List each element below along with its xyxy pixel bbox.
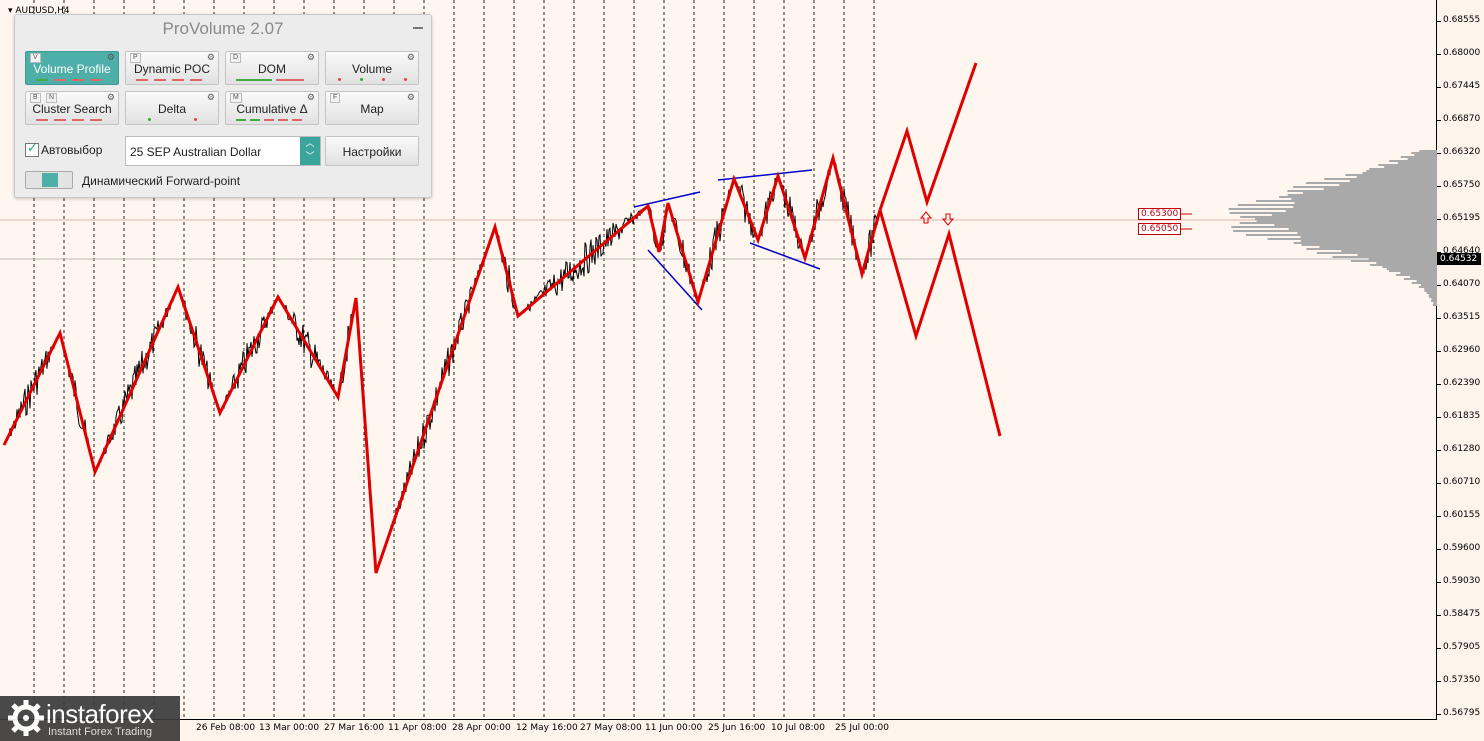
button-label: Delta xyxy=(157,102,186,116)
price-tick-label: 0.56795 xyxy=(1443,708,1481,718)
arrow-up-icon xyxy=(919,211,933,224)
forward-point-toggle[interactable] xyxy=(25,171,73,189)
price-tick xyxy=(1437,384,1441,385)
price-tick xyxy=(1437,450,1441,451)
price-tick xyxy=(1437,483,1441,484)
button-label: Map xyxy=(360,102,384,116)
price-tick-label: 0.62960 xyxy=(1443,345,1481,355)
minimize-icon[interactable] xyxy=(413,27,423,29)
price-tick xyxy=(1437,549,1441,550)
logo-gear-icon xyxy=(8,700,44,736)
price-tick xyxy=(1437,516,1441,517)
price-tick-label: 0.59030 xyxy=(1443,576,1481,586)
auto-select-checkbox[interactable]: ✓ xyxy=(25,140,39,157)
price-tick-label: 0.62390 xyxy=(1443,378,1481,388)
price-tick-label: 0.67445 xyxy=(1443,81,1481,91)
time-tick-label: 11 Jun 00:00 xyxy=(645,723,703,733)
button-label: Cluster Search xyxy=(32,102,112,116)
cumulative-delta-button[interactable]: M ⚙ Cumulative Δ xyxy=(225,91,319,125)
button-label: Volume Profile xyxy=(33,62,111,76)
checkmark-icon: ✓ xyxy=(27,140,38,155)
map-button[interactable]: F ⚙ Map xyxy=(325,91,419,125)
dom-button[interactable]: D ⚙ DOM xyxy=(225,51,319,85)
time-tick-label: 26 Feb 08:00 xyxy=(196,723,256,733)
forward-point-label: Динамический Forward-point xyxy=(82,174,241,188)
price-tick xyxy=(1437,681,1441,682)
button-label: Настройки xyxy=(342,145,402,159)
price-tick xyxy=(1437,219,1441,220)
button-label: Volume xyxy=(351,62,393,76)
price-tick-label: 0.57905 xyxy=(1443,642,1481,652)
price-scale[interactable]: 0.68555 0.68000 0.67445 0.66870 0.66320 0.657… xyxy=(1437,0,1484,720)
time-tick-label: 27 Mar 16:00 xyxy=(324,723,385,733)
time-tick-label: 27 May 08:00 xyxy=(580,723,642,733)
price-tick-label: 0.60155 xyxy=(1443,510,1481,520)
price-tick xyxy=(1437,351,1441,352)
auto-select-label: Автовыбор xyxy=(41,143,103,157)
button-label: DOM xyxy=(258,62,286,76)
price-tick xyxy=(1437,318,1441,319)
price-tick xyxy=(1437,186,1441,187)
price-tick xyxy=(1437,153,1441,154)
price-tick-label: 0.64070 xyxy=(1443,279,1481,289)
dynamic-poc-button[interactable]: P ⚙ Dynamic POC xyxy=(125,51,219,85)
price-tick xyxy=(1437,648,1441,649)
instrument-select[interactable]: 25 SEP Australian Dollar ︿ ﹀ xyxy=(125,136,321,166)
channel-line xyxy=(717,169,813,181)
price-tick xyxy=(1437,285,1441,286)
price-tick-label: 0.57350 xyxy=(1443,675,1481,685)
price-tick xyxy=(1437,21,1441,22)
forecast-down-line xyxy=(878,209,1002,437)
price-tick-label: 0.68555 xyxy=(1443,15,1481,25)
price-tick-label: 0.58475 xyxy=(1443,609,1481,619)
time-tick-label: 12 May 16:00 xyxy=(516,723,578,733)
price-tick-label: 0.61835 xyxy=(1443,411,1481,421)
logo-tagline: Instant Forex Trading xyxy=(48,726,152,738)
time-tick-label: 10 Jul 08:00 xyxy=(771,723,825,733)
spinner-arrows-icon[interactable]: ︿ ﹀ xyxy=(300,137,320,165)
price-tick-label: 0.65195 xyxy=(1443,213,1481,223)
price-tick-label: 0.66320 xyxy=(1443,147,1481,157)
price-tick-label: 0.61280 xyxy=(1443,444,1481,454)
button-label: Dynamic POC xyxy=(133,62,210,76)
forecast-up-line xyxy=(878,62,978,211)
panel-title[interactable]: ProVolume 2.07 xyxy=(15,15,431,43)
price-tick xyxy=(1437,582,1441,583)
current-price-label: 0.64532 xyxy=(1437,253,1481,265)
volume-profile-button[interactable]: V ⚙ Volume Profile xyxy=(25,51,119,85)
price-tick xyxy=(1437,54,1441,55)
volume-profile-histogram xyxy=(1228,150,1437,306)
time-tick-label: 25 Jun 16:00 xyxy=(708,723,766,733)
settings-button[interactable]: Настройки xyxy=(325,136,419,166)
price-tick-label: 0.68000 xyxy=(1443,48,1481,58)
price-tick xyxy=(1437,615,1441,616)
price-tick xyxy=(1437,120,1441,121)
price-tick-label: 0.66870 xyxy=(1443,114,1481,124)
level-label-upper: 0.65300 xyxy=(1138,208,1182,220)
volume-button[interactable]: ⚙ Volume xyxy=(325,51,419,85)
delta-button[interactable]: ⚙ Delta xyxy=(125,91,219,125)
price-tick xyxy=(1437,87,1441,88)
time-tick-label: 28 Apr 00:00 xyxy=(452,723,511,733)
time-tick-label: 11 Apr 08:00 xyxy=(388,723,447,733)
price-tick xyxy=(1437,417,1441,418)
time-tick-label: 25 Jul 00:00 xyxy=(835,723,889,733)
cluster-search-button[interactable]: B N ⚙ Cluster Search xyxy=(25,91,119,125)
price-tick-label: 0.59600 xyxy=(1443,543,1481,553)
button-label: Cumulative Δ xyxy=(236,102,308,116)
price-tick xyxy=(1437,714,1441,715)
price-tick-label: 0.60710 xyxy=(1443,477,1481,487)
provolume-panel: ProVolume 2.07 V ⚙ Volume Profile P ⚙ Dy… xyxy=(14,14,432,198)
level-label-lower: 0.65050 xyxy=(1138,223,1182,235)
price-tick-label: 0.63515 xyxy=(1443,312,1481,322)
instrument-value: 25 SEP Australian Dollar xyxy=(130,145,262,159)
price-tick-label: 0.65750 xyxy=(1443,180,1481,190)
time-scale[interactable]: 26 Feb 08:00 13 Mar 00:00 27 Mar 16:00 11 A… xyxy=(0,720,1437,741)
instaforex-logo: instaforex Instant Forex Trading xyxy=(0,696,180,741)
time-tick-label: 13 Mar 00:00 xyxy=(259,723,320,733)
toggle-knob xyxy=(42,173,58,187)
